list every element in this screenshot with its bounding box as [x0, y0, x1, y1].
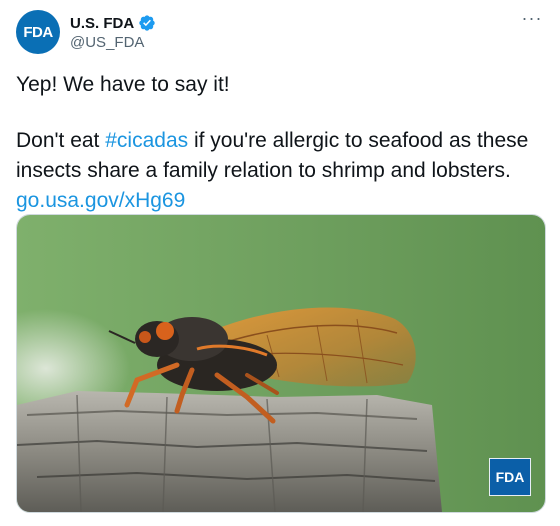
- name-row: U.S. FDA: [70, 14, 156, 32]
- cicada-photo: [17, 215, 545, 512]
- hashtag-link[interactable]: #cicadas: [105, 129, 188, 152]
- verified-badge-icon: [139, 15, 155, 31]
- user-handle[interactable]: @US_FDA: [70, 34, 144, 51]
- tweet-card: FDA U.S. FDA @US_FDA ··· Yep! We have to…: [0, 0, 560, 526]
- tweet-line-1: Yep! We have to say it!: [16, 73, 230, 96]
- more-options-icon[interactable]: ···: [520, 9, 544, 32]
- tweet-line-2: Don't eat #cicadas if you're allergic to…: [16, 126, 546, 186]
- tweet-header: FDA U.S. FDA @US_FDA ···: [16, 9, 544, 60]
- avatar[interactable]: FDA: [16, 10, 60, 54]
- tweet-media-image[interactable]: FDA: [16, 214, 546, 513]
- display-name[interactable]: U.S. FDA: [70, 15, 134, 32]
- tweet-text-prefix: Don't eat: [16, 129, 106, 152]
- tweet-text: Yep! We have to say it! Don't eat #cicad…: [16, 70, 546, 216]
- external-link[interactable]: go.usa.gov/xHg69: [16, 189, 185, 212]
- fda-watermark-logo: FDA: [489, 458, 531, 496]
